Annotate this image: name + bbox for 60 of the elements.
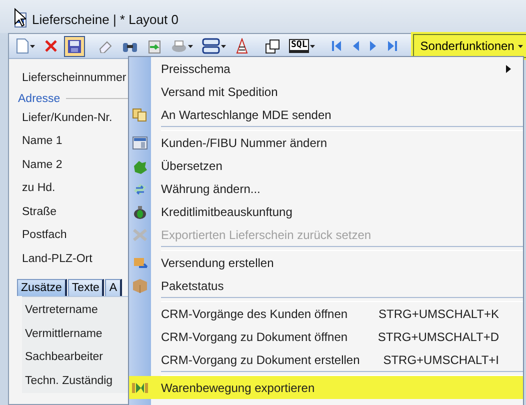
field-label: Land-PLZ-Ort: [22, 252, 92, 266]
caret-icon: [221, 44, 226, 48]
field-label: Liefer/Kunden-Nr.: [22, 110, 112, 126]
field-label: Lieferscheinnummer: [22, 71, 126, 86]
menu-item[interactable]: CRM-Vorgang zu Dokument öffnen STRG+UMSCHALT+D: [129, 325, 523, 348]
tab[interactable]: Texte: [68, 279, 104, 296]
menu-item[interactable]: Preisschema: [129, 57, 523, 80]
field-label: Name 1: [22, 134, 62, 149]
field-label: Postfach: [22, 228, 67, 243]
stack-icon: [202, 38, 220, 54]
mouse-cursor-icon: [14, 8, 26, 27]
field-label: Straße: [22, 204, 57, 220]
menu-item[interactable]: Paketstatus: [129, 274, 523, 297]
menu-item[interactable]: An Warteschlange MDE senden: [129, 103, 523, 126]
sql-button[interactable]: SQL: [286, 36, 318, 56]
moneybag-icon: [133, 204, 147, 220]
field-label: zu Hd.: [22, 181, 56, 196]
window-title: Lieferscheine | * Layout 0: [32, 12, 178, 27]
menu-item[interactable]: Versendung erstellen: [129, 251, 523, 274]
caret-icon: [188, 44, 193, 48]
arrows-icon: [131, 380, 149, 394]
submenu-arrow-icon: [506, 64, 511, 72]
box-arrow-icon: [132, 256, 148, 270]
menu-item[interactable]: Währung ändern...: [129, 177, 523, 200]
report-icon: [235, 38, 249, 54]
menu-item[interactable]: Versand mit Spedition: [129, 80, 523, 103]
documents-icon: [132, 106, 148, 122]
delete-icon: [44, 39, 58, 53]
previous-icon: [351, 39, 360, 53]
document-icon: [16, 38, 29, 54]
caret-icon: [30, 44, 35, 48]
field-label: Sachbearbeiter: [25, 350, 103, 365]
printer-icon: [171, 39, 187, 53]
menu-item[interactable]: CRM-Vorgänge des Kunden öffnen STRG+UMSCHALT+K: [129, 302, 523, 325]
menu-item[interactable]: Übersetzen: [129, 154, 523, 177]
save-icon: [67, 38, 82, 54]
export-icon: [147, 38, 162, 54]
copy-icon: [265, 38, 280, 54]
field-label: Techn. Zuständig: [25, 374, 113, 388]
sql-icon: SQL: [289, 39, 310, 53]
next-icon: [369, 39, 378, 53]
card-icon: [132, 135, 148, 150]
save-button[interactable]: [64, 36, 85, 56]
eraser-icon: [98, 40, 113, 52]
first-icon: [331, 39, 342, 53]
menu-item[interactable]: Warenbewegung exportieren: [129, 376, 523, 399]
caret-icon: [518, 44, 524, 48]
field-label: Vermittlername: [25, 326, 102, 342]
field-label: Name 2: [22, 158, 62, 172]
tab[interactable]: A: [105, 279, 122, 296]
tab[interactable]: Zusätze: [17, 279, 67, 296]
field-label: Vertretername: [25, 303, 98, 318]
menu-item[interactable]: Kreditlimitbeauskunftung: [129, 200, 523, 223]
menu-item[interactable]: CRM-Vorgang zu Dokument erstellen STRG+UMSCHALT+I: [129, 348, 523, 371]
box-icon: [132, 278, 148, 293]
caret-icon: [310, 44, 316, 48]
special-functions-button[interactable]: Sonderfunktionen: [413, 34, 526, 58]
menu-item[interactable]: Kunden-/FIBU Nummer ändern: [129, 131, 523, 154]
last-icon: [387, 39, 398, 53]
group-title: Adresse: [18, 92, 60, 104]
